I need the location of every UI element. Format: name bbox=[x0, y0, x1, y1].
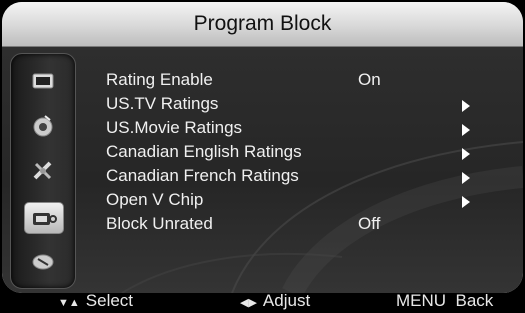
menu-area: Rating Enable On US.TV Ratings US.Movie … bbox=[2, 47, 523, 293]
menu-item-canadian-english-ratings[interactable]: Canadian English Ratings bbox=[106, 140, 506, 164]
page-title: Program Block bbox=[193, 12, 332, 35]
picture-icon[interactable] bbox=[24, 66, 62, 96]
menu-item-value: Off bbox=[358, 214, 381, 233]
channel-icon[interactable] bbox=[24, 246, 62, 276]
submenu-arrow-icon bbox=[462, 124, 470, 136]
back-hint: MENU Back bbox=[396, 291, 494, 310]
submenu-arrow-icon bbox=[462, 148, 470, 160]
osd-window: Program Block Rating Enable On US.TV Rat… bbox=[2, 2, 523, 293]
menu-item-label: US.Movie Ratings bbox=[106, 118, 243, 137]
key-hint-bar: ▼▲ Select ◀▶ Adjust MENU Back bbox=[0, 291, 525, 313]
up-down-arrows-icon: ▼▲ bbox=[58, 297, 80, 309]
adjust-hint-label: Adjust bbox=[262, 291, 311, 310]
adjust-hint: ◀▶ Adjust bbox=[240, 291, 310, 313]
select-hint: ▼▲ Select bbox=[58, 291, 133, 313]
menu-item-canadian-french-ratings[interactable]: Canadian French Ratings bbox=[106, 164, 506, 188]
left-right-arrows-icon: ◀▶ bbox=[240, 297, 257, 309]
menu-item-open-v-chip[interactable]: Open V Chip bbox=[106, 188, 506, 212]
menu-item-us-movie-ratings[interactable]: US.Movie Ratings bbox=[106, 116, 506, 140]
submenu-arrow-icon bbox=[462, 196, 470, 208]
menu-item-label: Open V Chip bbox=[106, 190, 204, 209]
menu-item-label: US.TV Ratings bbox=[106, 94, 219, 113]
category-sidebar bbox=[10, 53, 76, 289]
settings-list: Rating Enable On US.TV Ratings US.Movie … bbox=[106, 68, 506, 236]
menu-item-label: Canadian English Ratings bbox=[106, 142, 302, 161]
settings-icon[interactable] bbox=[24, 156, 62, 186]
menu-item-value: On bbox=[358, 70, 381, 89]
menu-item-block-unrated[interactable]: Block Unrated Off bbox=[106, 212, 506, 236]
menu-item-label: Rating Enable bbox=[106, 70, 213, 89]
menu-item-rating-enable[interactable]: Rating Enable On bbox=[106, 68, 506, 92]
audio-icon[interactable] bbox=[24, 111, 62, 141]
menu-item-us-tv-ratings[interactable]: US.TV Ratings bbox=[106, 92, 506, 116]
menu-item-label: Canadian French Ratings bbox=[106, 166, 299, 185]
submenu-arrow-icon bbox=[462, 100, 470, 112]
title-bar: Program Block bbox=[2, 2, 523, 47]
lock-icon[interactable] bbox=[24, 202, 64, 234]
menu-item-label: Block Unrated bbox=[106, 214, 213, 233]
submenu-arrow-icon bbox=[462, 172, 470, 184]
select-hint-label: Select bbox=[85, 291, 134, 310]
